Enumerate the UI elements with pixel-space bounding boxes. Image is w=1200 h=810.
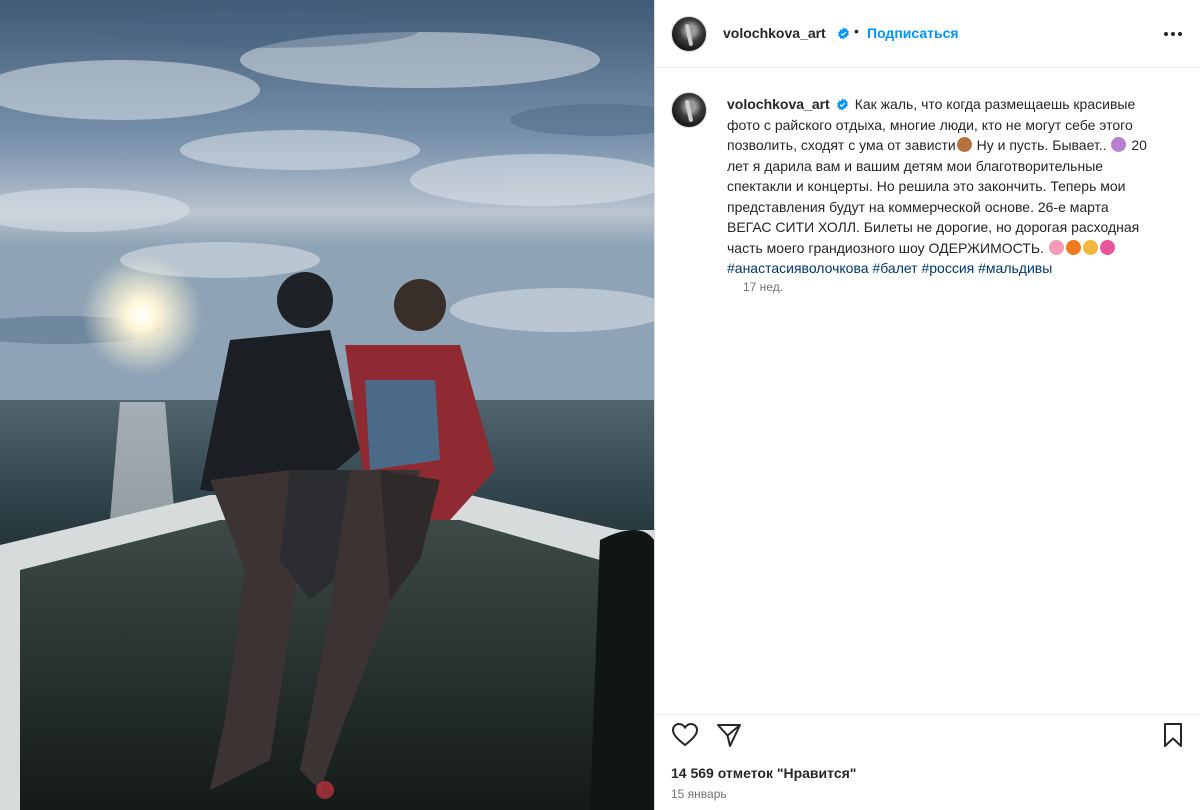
caption-line-7: ВЕГАС СИТИ ХОЛЛ. Билеты не дорогие, но д… — [727, 219, 1140, 235]
caption-line-1: Как жаль, что когда размещаешь красивые — [854, 96, 1136, 112]
flexed-biceps-emoji-icon — [1082, 239, 1098, 255]
share-icon[interactable] — [713, 719, 745, 751]
caption-line-8: часть моего грандиозного шоу ОДЕРЖИМОСТЬ… — [727, 239, 1044, 256]
caption-line-6: представления будут на коммерческой осно… — [727, 198, 1109, 215]
caption-line: часть моего грандиозного шоу ОДЕРЖИМОСТЬ… — [727, 238, 1183, 259]
post-date[interactable]: 15 январь — [671, 787, 727, 801]
post-sidebar: volochkova_art • Подписаться volochkova_… — [654, 0, 1200, 810]
caption-line-3c: 20 — [1131, 137, 1147, 153]
caption-line-2: фото с райского отдыха, многие люди, кто… — [727, 116, 1133, 133]
header-separator: • — [854, 23, 859, 39]
caption-line: ВЕГАС СИТИ ХОЛЛ. Билеты не дорогие, но д… — [727, 217, 1183, 238]
caption-line-5: спектакли и концерты. Но решила это зако… — [727, 178, 1126, 194]
follow-button[interactable]: Подписаться — [867, 25, 959, 41]
caption-line-4: лет я дарила вам и вашим детям мои благо… — [727, 157, 1104, 174]
caption-line: спектакли и концерты. Но решила это зако… — [727, 176, 1183, 197]
hashtag-link[interactable]: #балет — [872, 260, 917, 276]
post-photo[interactable] — [0, 0, 654, 810]
verified-badge-icon — [838, 27, 849, 40]
woman-shrugging-emoji-icon — [1111, 137, 1127, 152]
cherry-blossom-emoji-icon — [1048, 239, 1064, 255]
fire-emoji-icon — [1065, 239, 1081, 255]
caption-text: volochkova_art Как жаль, что когда размещ… — [727, 94, 1183, 279]
hashtag-link[interactable]: #анастасияволочкова — [727, 260, 869, 276]
caption-line-3: позволить, сходят с ума от зависти — [727, 137, 956, 153]
likes-count[interactable]: 14 569 отметок "Нравится" — [671, 765, 856, 781]
author-avatar[interactable] — [671, 16, 707, 52]
caption-line: фото с райского отдыха, многие люди, кто… — [727, 115, 1183, 136]
heart-icon[interactable] — [669, 719, 701, 751]
caption-author-avatar[interactable] — [671, 92, 707, 128]
verified-badge-icon — [836, 98, 848, 111]
caption-line: volochkova_art Как жаль, что когда размещ… — [727, 94, 1183, 115]
bookmark-icon[interactable] — [1157, 719, 1189, 751]
more-horizontal-icon[interactable] — [1161, 22, 1185, 46]
caption-timestamp[interactable]: 17 нед. — [743, 280, 783, 294]
caption-line: позволить, сходят с ума от зависти Ну и … — [727, 135, 1183, 156]
see-no-evil-monkey-emoji-icon — [956, 137, 972, 152]
caption-username[interactable]: volochkova_art — [727, 96, 830, 112]
caption-line-3b: Ну и пусть. Бывает.. — [976, 137, 1107, 153]
caption-line: представления будут на коммерческой осно… — [727, 197, 1183, 218]
action-bar — [655, 714, 1200, 755]
post-header: volochkova_art • Подписаться — [655, 0, 1200, 68]
post-image — [0, 0, 654, 810]
hashtags-line: #анастасияволочкова #балет #россия #маль… — [727, 258, 1183, 279]
caption-line: лет я дарила вам и вашим детям мои благо… — [727, 156, 1183, 177]
hibiscus-emoji-icon — [1099, 239, 1115, 255]
author-username[interactable]: volochkova_art — [723, 25, 826, 41]
hashtag-link[interactable]: #россия — [921, 260, 974, 276]
hashtag-link[interactable]: #мальдивы — [978, 260, 1052, 276]
